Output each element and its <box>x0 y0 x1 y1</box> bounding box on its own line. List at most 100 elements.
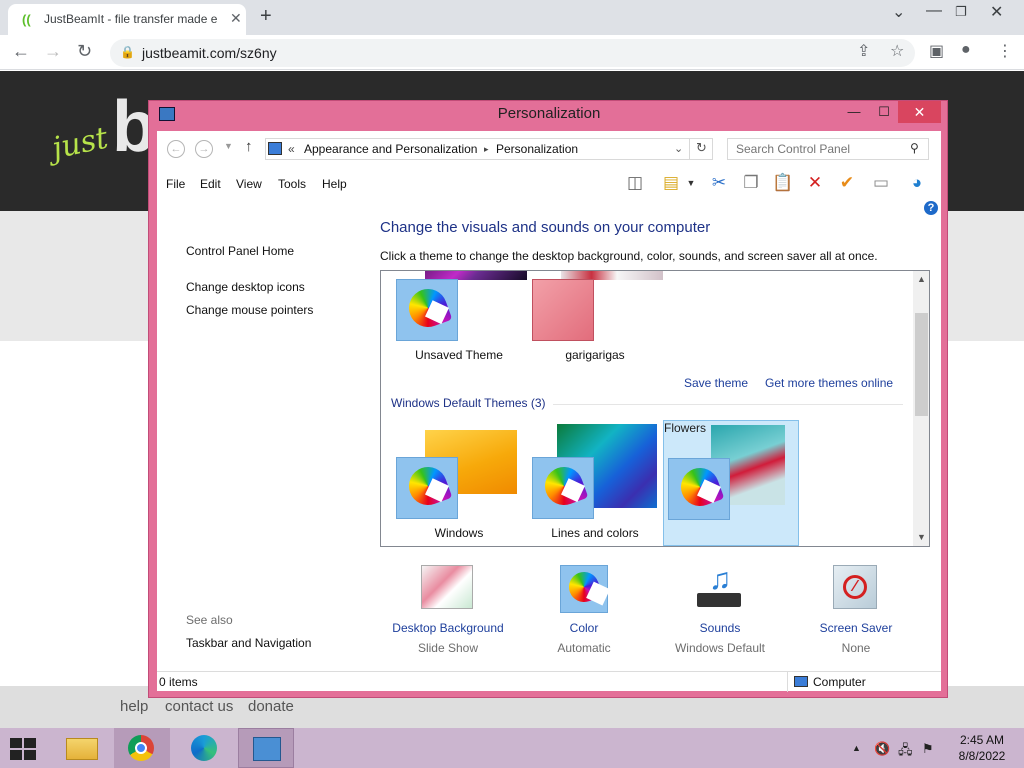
taskbar-navigation-link[interactable]: Taskbar and Navigation <box>186 636 311 650</box>
browser-tab[interactable]: (( JustBeamIt - file transfer made e ✕ <box>8 4 246 35</box>
menu-edit[interactable]: Edit <box>200 177 221 191</box>
change-desktop-icons-link[interactable]: Change desktop icons <box>186 280 305 294</box>
page-heading: Change the visuals and sounds on your co… <box>380 219 711 236</box>
side-panel-icon[interactable]: ▣ <box>929 41 944 61</box>
forward-arrow-icon[interactable]: → <box>44 41 62 62</box>
edge-icon <box>191 735 217 761</box>
menu-help[interactable]: Help <box>322 177 347 191</box>
cut-icon[interactable]: ✂ <box>707 172 731 194</box>
back-arrow-icon[interactable]: ← <box>12 41 30 62</box>
screen-saver-item[interactable]: ⁄ Screen Saver None <box>791 563 921 663</box>
tab-close-icon[interactable]: ✕ <box>230 10 242 27</box>
system-clock[interactable]: 2:45 AM 8/8/2022 <box>950 732 1014 764</box>
breadcrumb-personalization[interactable]: Personalization <box>496 142 578 156</box>
volume-muted-icon[interactable]: 🔇 <box>874 741 890 757</box>
search-input[interactable] <box>728 139 908 159</box>
layout-pane-icon[interactable]: ◫ <box>623 172 647 194</box>
desktop-background-label[interactable]: Desktop Background <box>383 621 513 635</box>
theme-unsaved[interactable]: Unsaved Theme <box>391 271 527 368</box>
paste-icon[interactable]: 📋 <box>771 172 795 194</box>
tab-title: JustBeamIt - file transfer made e <box>44 12 218 26</box>
theme-windows[interactable]: Windows <box>391 420 527 546</box>
window-maximize-button[interactable]: ☐ <box>869 101 899 123</box>
sounds-item[interactable]: ♫ Sounds Windows Default <box>655 563 785 663</box>
theme-flowers[interactable]: Flowers <box>663 420 799 546</box>
change-mouse-pointers-link[interactable]: Change mouse pointers <box>186 303 313 317</box>
network-icon[interactable]: 🖧 <box>898 741 913 763</box>
recent-pages-chevron-icon[interactable]: ▼ <box>224 141 233 151</box>
search-box[interactable]: ⚲ <box>727 138 929 160</box>
theme-lines-and-colors[interactable]: Lines and colors <box>527 420 663 546</box>
breadcrumb-appearance[interactable]: Appearance and Personalization <box>304 142 477 156</box>
refresh-icon[interactable]: ↻ <box>689 138 713 160</box>
menu-file[interactable]: File <box>166 177 185 191</box>
theme-garigarigas-color-swatch <box>532 279 594 341</box>
default-themes-header: Windows Default Themes (3) <box>391 396 546 410</box>
scroll-up-icon[interactable]: ▲ <box>913 271 929 288</box>
save-theme-link[interactable]: Save theme <box>684 376 748 390</box>
options-dropdown-icon[interactable]: ▼ <box>679 172 703 194</box>
color-palette-icon <box>532 457 594 519</box>
breadcrumb-overflow[interactable]: « <box>288 142 295 156</box>
share-icon[interactable]: ⇪ <box>857 41 870 61</box>
chrome-taskbar-button[interactable] <box>114 728 170 768</box>
breadcrumb-dropdown-icon[interactable]: ⌄ <box>674 142 683 155</box>
restore-button[interactable]: ❐ <box>955 4 967 20</box>
screen-saver-value: None <box>841 641 871 655</box>
theme-garigarigas[interactable]: garigarigas <box>527 271 663 368</box>
theme-list[interactable]: Unsaved Theme garigarigas Save theme Get… <box>380 270 930 547</box>
rename-icon[interactable]: ▭ <box>869 172 893 194</box>
up-arrow-icon[interactable]: ↑ <box>245 138 253 155</box>
help-icon[interactable]: ? <box>924 201 938 215</box>
network-globe-icon[interactable]: ◕ <box>905 172 929 194</box>
breadcrumb-separator: ▸ <box>484 144 489 154</box>
search-icon[interactable]: ⚲ <box>910 141 919 155</box>
footer-donate-link[interactable]: donate <box>248 698 294 715</box>
control-panel-taskbar-button[interactable] <box>238 728 294 768</box>
windows-start-icon[interactable] <box>10 738 38 760</box>
sounds-label[interactable]: Sounds <box>655 621 785 635</box>
browser-close-button[interactable]: ✕ <box>990 2 1003 22</box>
desktop-background-item[interactable]: Desktop Background Slide Show <box>383 563 513 663</box>
get-more-themes-link[interactable]: Get more themes online <box>765 376 893 390</box>
tray-overflow-icon[interactable]: ▲ <box>852 743 861 753</box>
screen-saver-label[interactable]: Screen Saver <box>791 621 921 635</box>
footer-help-link[interactable]: help <box>120 698 148 715</box>
reload-icon[interactable]: ↻ <box>77 41 92 62</box>
keyboard-shape <box>697 593 741 607</box>
theme-list-scrollbar[interactable]: ▲ ▼ <box>913 271 929 546</box>
profile-avatar-icon[interactable]: ● <box>961 41 971 59</box>
delete-icon[interactable]: ✕ <box>803 172 827 194</box>
file-explorer-taskbar-button[interactable] <box>55 728 111 768</box>
theme-garigarigas-label: garigarigas <box>565 348 625 362</box>
color-label[interactable]: Color <box>519 621 649 635</box>
theme-unsaved-label: Unsaved Theme <box>415 348 503 362</box>
back-button[interactable]: ← <box>167 140 185 158</box>
scroll-down-icon[interactable]: ▼ <box>913 529 929 546</box>
breadcrumb-bar[interactable]: « Appearance and Personalization ▸ Perso… <box>265 138 713 160</box>
scroll-thumb[interactable] <box>915 313 928 416</box>
window-title: Personalization <box>497 105 601 122</box>
action-center-icon[interactable]: ⚑ <box>922 741 934 757</box>
address-bar[interactable]: 🔒 justbeamit.com/sz6ny <box>110 39 915 67</box>
window-close-button[interactable]: ✕ <box>898 101 941 123</box>
new-tab-button[interactable]: + <box>260 5 272 28</box>
edge-taskbar-button[interactable] <box>177 728 233 768</box>
chevron-down-icon[interactable]: ⌄ <box>892 2 905 22</box>
computer-icon <box>794 676 808 687</box>
bookmark-star-icon[interactable]: ☆ <box>890 41 904 61</box>
properties-check-icon[interactable]: ✔ <box>835 172 859 194</box>
minimize-button[interactable]: — <box>926 2 942 20</box>
window-client-area: ← → ▼ ↑ « Appearance and Personalization… <box>157 131 941 692</box>
lock-icon: 🔒 <box>120 45 135 59</box>
forward-button[interactable]: → <box>195 140 213 158</box>
color-item[interactable]: Color Automatic <box>519 563 649 663</box>
menu-kebab-icon[interactable]: ⋮ <box>997 41 1013 61</box>
menu-tools[interactable]: Tools <box>278 177 306 191</box>
control-panel-home-link[interactable]: Control Panel Home <box>186 244 294 258</box>
copy-icon[interactable]: ❐ <box>739 172 763 194</box>
menu-view[interactable]: View <box>236 177 262 191</box>
footer-contact-link[interactable]: contact us <box>165 698 233 715</box>
theme-flowers-label: Flowers <box>664 421 707 435</box>
window-minimize-button[interactable]: — <box>839 101 869 123</box>
